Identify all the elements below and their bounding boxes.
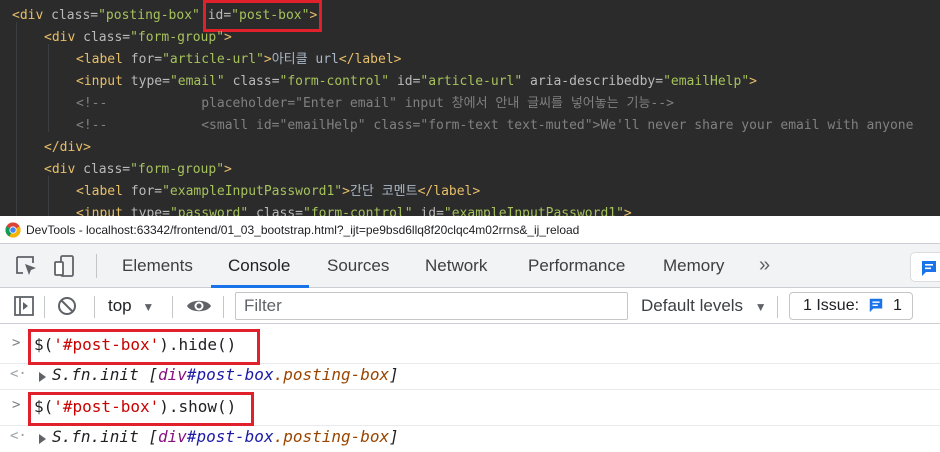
indent-guide — [48, 176, 49, 216]
issues-label: 1 Issue: — [803, 297, 860, 314]
issues-button[interactable]: 1 Issue: 1 — [789, 292, 913, 320]
messages-button[interactable] — [910, 252, 940, 282]
code-line-2: <div class="form-group"> — [44, 30, 232, 45]
code-editor: <div class="posting-box" id="post-box"> … — [0, 0, 940, 216]
code-line-1: <div class="posting-box" id="post-box"> — [12, 0, 323, 32]
prompt-chevron-icon: > — [12, 397, 21, 413]
dropdown-icon: ▼ — [142, 300, 155, 314]
live-expression-eye-icon[interactable] — [186, 295, 212, 317]
indent-guide — [48, 44, 49, 132]
levels-label: Default levels — [641, 296, 744, 315]
toolbar-divider — [94, 296, 95, 318]
toolbar-divider — [777, 296, 778, 318]
result-arrow-icon: <· — [10, 366, 27, 382]
log-levels-dropdown[interactable]: Default levels ▼ — [641, 288, 767, 324]
device-toggle-icon[interactable] — [53, 255, 77, 277]
messages-icon — [922, 261, 936, 276]
code-line-6: <!-- <small id="emailHelp" class="form-t… — [76, 118, 914, 133]
tab-network[interactable]: Network — [425, 244, 487, 288]
context-label: top — [108, 296, 132, 315]
code-line-9: <label for="exampleInputPassword1">간단 코멘… — [76, 184, 481, 199]
code-line-3: <label for="article-url">아티클 url</label> — [76, 52, 402, 67]
inspect-element-icon[interactable] — [15, 255, 39, 277]
clear-console-icon[interactable] — [56, 295, 78, 317]
highlight-box-hide — [28, 329, 260, 365]
code-line-4: <input type="email" class="form-control"… — [76, 74, 757, 89]
highlight-box-show — [28, 392, 254, 426]
more-tabs-icon[interactable]: » — [759, 244, 770, 288]
tab-memory[interactable]: Memory — [663, 244, 724, 288]
context-selector[interactable]: top ▼ — [108, 288, 154, 324]
filter-input[interactable] — [235, 292, 628, 320]
code-line-8: <div class="form-group"> — [44, 162, 232, 177]
console-toolbar: top ▼ Default levels ▼ 1 Issue: 1 — [0, 288, 940, 324]
code-line-5: <!-- placeholder="Enter email" input 창에서… — [76, 96, 674, 111]
tab-performance[interactable]: Performance — [528, 244, 625, 288]
console-result-row[interactable]: <· S.fn.init [div#post-box.posting-box] — [0, 426, 940, 452]
console-result-row[interactable]: <· S.fn.init [div#post-box.posting-box] — [0, 364, 940, 390]
indent-guide — [16, 22, 17, 216]
highlighted-id-attribute: id="post-box"> — [202, 0, 323, 32]
code-line-10: <input type="password" class="form-contr… — [76, 206, 632, 216]
sidebar-toggle-icon[interactable] — [13, 295, 35, 317]
tab-console[interactable]: Console — [228, 244, 290, 288]
tab-elements[interactable]: Elements — [122, 244, 193, 288]
result-value: S.fn.init [div#post-box.posting-box] — [52, 365, 399, 384]
toolbar-divider — [96, 254, 97, 278]
expand-triangle-icon[interactable] — [39, 372, 46, 382]
code-line-7: </div> — [44, 140, 91, 155]
dropdown-icon: ▼ — [754, 300, 767, 314]
toolbar-divider — [223, 296, 224, 318]
toolbar-divider — [44, 296, 45, 318]
tab-sources[interactable]: Sources — [327, 244, 389, 288]
chrome-logo-icon — [5, 222, 21, 238]
devtools-tab-bar: Elements Console Sources Network Perform… — [0, 244, 940, 288]
expand-triangle-icon[interactable] — [39, 434, 46, 444]
toolbar-divider — [172, 296, 173, 318]
result-value: S.fn.init [div#post-box.posting-box] — [52, 427, 399, 446]
prompt-chevron-icon: > — [12, 335, 21, 351]
result-arrow-icon: <· — [10, 428, 27, 444]
issue-message-icon — [870, 298, 883, 313]
devtools-title-bar[interactable]: DevTools - localhost:63342/frontend/01_0… — [0, 216, 940, 244]
console-output[interactable]: > $('#post-box').hide() <· S.fn.init [di… — [0, 324, 940, 452]
window-title: DevTools - localhost:63342/frontend/01_0… — [26, 223, 580, 237]
issues-count: 1 — [892, 297, 902, 314]
